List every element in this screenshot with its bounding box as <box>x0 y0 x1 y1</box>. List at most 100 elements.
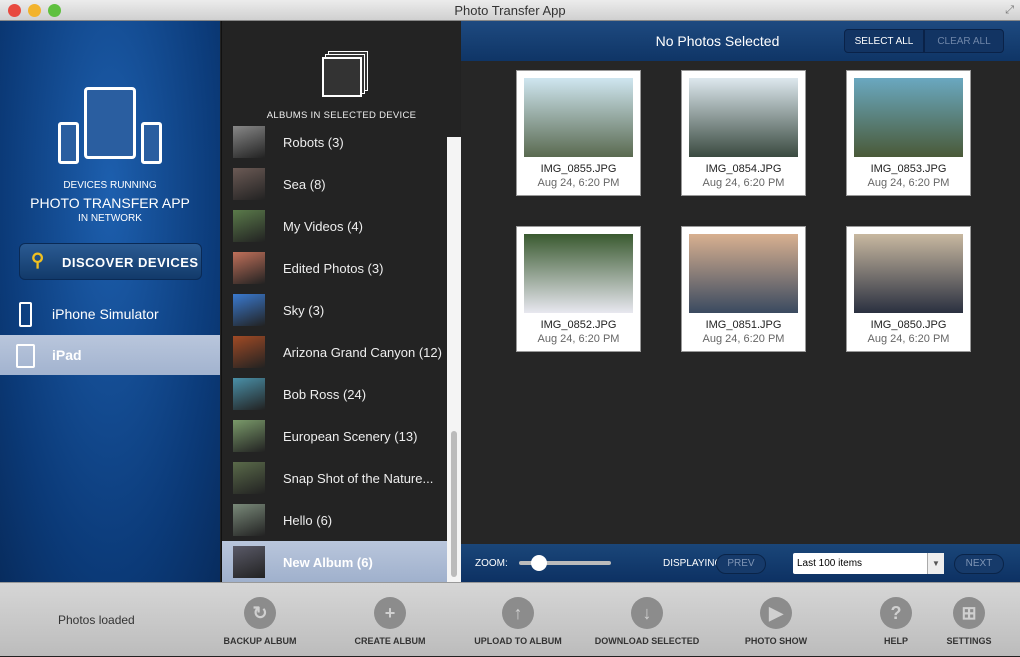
photo-date: Aug 24, 6:20 PM <box>702 177 785 189</box>
in-network-label: IN NETWORK <box>78 213 142 224</box>
album-label: Snap Shot of the Nature... <box>283 471 434 486</box>
photo-show-button[interactable]: ▶ PHOTO SHOW <box>711 583 841 657</box>
photos-header: No Photos Selected SELECT ALL CLEAR ALL <box>461 21 1020 61</box>
toolbar-button-label: UPLOAD TO ALBUM <box>474 636 562 646</box>
album-thumbnail <box>233 210 265 242</box>
album-thumbnail <box>233 126 265 158</box>
zoom-label: ZOOM: <box>475 558 508 569</box>
album-label: European Scenery (13) <box>283 429 418 444</box>
upload-to-album-button[interactable]: ↑ UPLOAD TO ALBUM <box>453 583 583 657</box>
window-title: Photo Transfer App <box>454 3 566 18</box>
app-name-label: PHOTO TRANSFER APP <box>30 195 190 211</box>
album-thumbnail <box>233 462 265 494</box>
device-item-ipad[interactable]: iPad <box>0 335 220 375</box>
album-item[interactable]: New Album (6) <box>222 541 447 583</box>
photo-date: Aug 24, 6:20 PM <box>537 177 620 189</box>
toolbar-button-label: SETTINGS <box>946 636 992 646</box>
zoom-slider[interactable] <box>519 555 611 571</box>
zoom-slider-knob[interactable] <box>530 555 547 571</box>
albums-stack-icon <box>322 57 362 97</box>
album-thumbnail <box>233 336 265 368</box>
album-item[interactable]: Snap Shot of the Nature... <box>222 457 447 499</box>
album-item[interactable]: My Videos (4) <box>222 205 447 247</box>
chevron-down-icon[interactable]: ▼ <box>927 553 944 574</box>
devices-sidebar: DEVICES RUNNING PHOTO TRANSFER APP IN NE… <box>0 21 220 582</box>
title-bar: Photo Transfer App ⤢ <box>0 0 1020 21</box>
devices-running-label: DEVICES RUNNING <box>63 180 157 191</box>
albums-scrollbar[interactable] <box>447 137 461 582</box>
album-item[interactable]: Hello (6) <box>222 499 447 541</box>
album-item[interactable]: Bob Ross (24) <box>222 373 447 415</box>
album-label: Bob Ross (24) <box>283 387 367 402</box>
albums-header: ALBUMS IN SELECTED DEVICE <box>266 110 417 121</box>
display-select[interactable]: Last 100 items ▼ <box>793 553 944 574</box>
album-item[interactable]: Sea (8) <box>222 163 447 205</box>
display-select-value: Last 100 items <box>797 558 863 569</box>
albums-panel: ALBUMS IN SELECTED DEVICE Robots (3) Sea … <box>221 21 461 583</box>
bottom-toolbar: Photos loaded ↻ BACKUP ALBUM + CREATE ALBUM… <box>0 582 1020 656</box>
photo-name: IMG_0854.JPG <box>705 163 782 175</box>
album-label: Sky (3) <box>283 303 325 318</box>
photo-card[interactable]: IMG_0855.JPG Aug 24, 6:20 PM <box>516 70 641 196</box>
photo-card[interactable]: IMG_0851.JPG Aug 24, 6:20 PM <box>681 226 806 352</box>
photos-footer: ZOOM: DISPLAYING: PREV Last 100 items ▼ … <box>461 544 1020 582</box>
album-item[interactable]: European Scenery (13) <box>222 415 447 457</box>
next-button[interactable]: NEXT <box>954 554 1004 574</box>
photo-thumbnail <box>689 234 798 313</box>
select-all-button[interactable]: SELECT ALL <box>844 29 924 53</box>
prev-button[interactable]: PREV <box>716 554 766 574</box>
backup-album-button[interactable]: ↻ BACKUP ALBUM <box>195 583 325 657</box>
album-thumbnail <box>233 252 265 284</box>
album-thumbnail <box>233 168 265 200</box>
photo-card[interactable]: IMG_0854.JPG Aug 24, 6:20 PM <box>681 70 806 196</box>
photo-date: Aug 24, 6:20 PM <box>537 333 620 345</box>
photo-thumbnail <box>524 234 633 313</box>
device-item-iphone-simulator[interactable]: iPhone Simulator <box>0 294 220 334</box>
photos-panel: No Photos Selected SELECT ALL CLEAR ALL … <box>461 21 1020 582</box>
minimize-button[interactable] <box>28 4 41 17</box>
toolbar-button-label: PHOTO SHOW <box>744 636 808 646</box>
device-label: iPad <box>52 347 82 363</box>
album-thumbnail <box>233 504 265 536</box>
photo-date: Aug 24, 6:20 PM <box>867 177 950 189</box>
photo-card[interactable]: IMG_0853.JPG Aug 24, 6:20 PM <box>846 70 971 196</box>
album-item[interactable]: Robots (3) <box>222 121 447 163</box>
zoom-button[interactable] <box>48 4 61 17</box>
settings-icon: ⊞ <box>953 597 985 629</box>
download-selected-button[interactable]: ↓ DOWNLOAD SELECTED <box>582 583 712 657</box>
album-label: My Videos (4) <box>283 219 363 234</box>
photo-name: IMG_0850.JPG <box>870 319 947 331</box>
photo-card[interactable]: IMG_0850.JPG Aug 24, 6:20 PM <box>846 226 971 352</box>
photo-date: Aug 24, 6:20 PM <box>702 333 785 345</box>
photo-name: IMG_0853.JPG <box>870 163 947 175</box>
play-icon: ▶ <box>760 597 792 629</box>
photo-thumbnail <box>689 78 798 157</box>
device-label: iPhone Simulator <box>52 306 159 322</box>
album-thumbnail <box>233 294 265 326</box>
upload-icon: ↑ <box>502 597 534 629</box>
photo-name: IMG_0852.JPG <box>540 319 617 331</box>
discover-devices-label: DISCOVER DEVICES <box>62 255 199 270</box>
album-thumbnail <box>233 378 265 410</box>
clear-all-button[interactable]: CLEAR ALL <box>924 29 1004 53</box>
discover-devices-button[interactable]: ⚲ DISCOVER DEVICES <box>19 243 202 280</box>
photo-card[interactable]: IMG_0852.JPG Aug 24, 6:20 PM <box>516 226 641 352</box>
close-button[interactable] <box>8 4 21 17</box>
settings-button[interactable]: ⊞ SETTINGS <box>904 583 1020 657</box>
photo-thumbnail <box>854 78 963 157</box>
toolbar-button-label: CREATE ALBUM <box>354 636 426 646</box>
photo-thumbnail <box>524 78 633 157</box>
album-thumbnail <box>233 546 265 578</box>
album-item[interactable]: Sky (3) <box>222 289 447 331</box>
photo-date: Aug 24, 6:20 PM <box>867 333 950 345</box>
photo-name: IMG_0855.JPG <box>540 163 617 175</box>
fullscreen-icon[interactable]: ⤢ <box>1005 0 1014 21</box>
album-item[interactable]: Edited Photos (3) <box>222 247 447 289</box>
album-label: Hello (6) <box>283 513 333 528</box>
backup-icon: ↻ <box>244 597 276 629</box>
toolbar-button-label: DOWNLOAD SELECTED <box>594 636 700 646</box>
album-item[interactable]: Arizona Grand Canyon (12) <box>222 331 447 373</box>
album-label: Sea (8) <box>283 177 326 192</box>
scrollbar-thumb[interactable] <box>451 431 457 577</box>
create-album-button[interactable]: + CREATE ALBUM <box>325 583 455 657</box>
